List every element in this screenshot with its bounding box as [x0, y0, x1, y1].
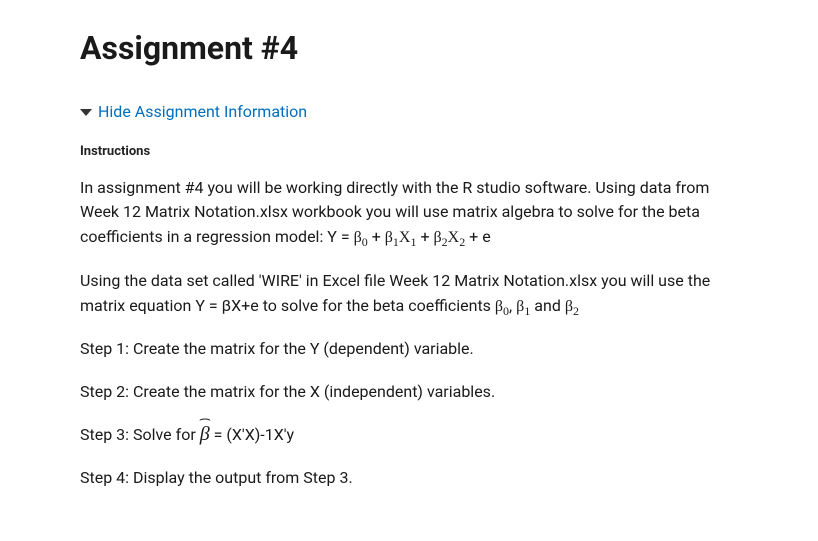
instructions-heading: Instructions: [80, 142, 738, 162]
caret-down-icon: [80, 109, 92, 116]
page-title: Assignment #4: [80, 24, 738, 72]
hide-assignment-info-label: Hide Assignment Information: [98, 100, 307, 124]
beta-hat-icon: β: [200, 424, 210, 444]
step-4: Step 4: Display the output from Step 3.: [80, 466, 738, 491]
instructions-body: In assignment #4 you will be working dir…: [80, 176, 738, 491]
step-1: Step 1: Create the matrix for the Y (dep…: [80, 337, 738, 362]
intro-paragraph-1: In assignment #4 you will be working dir…: [80, 176, 738, 251]
intro-paragraph-2: Using the data set called 'WIRE' in Exce…: [80, 269, 738, 320]
step-3: Step 3: Solve for β = (X'X)-1X'y: [80, 423, 738, 448]
hide-assignment-info-toggle[interactable]: Hide Assignment Information: [80, 100, 738, 124]
step-2: Step 2: Create the matrix for the X (ind…: [80, 380, 738, 405]
